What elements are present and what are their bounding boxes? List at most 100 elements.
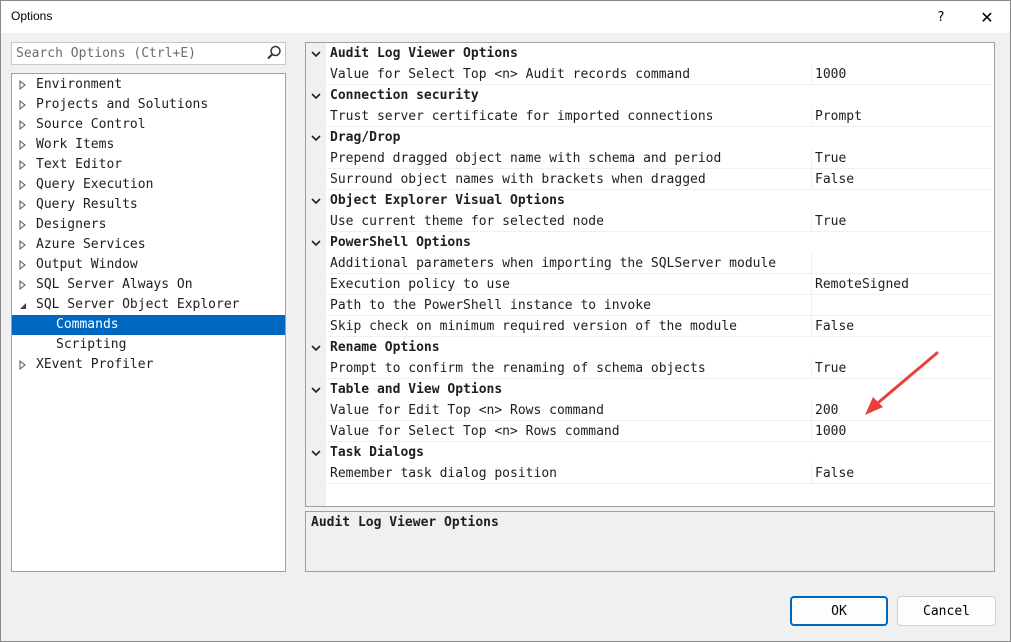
property-row[interactable]: Remember task dialog position False	[306, 463, 994, 484]
search-input[interactable]	[12, 43, 262, 64]
property-name: Trust server certificate for imported co…	[330, 109, 714, 124]
category-row[interactable]: Object Explorer Visual Options	[306, 190, 994, 211]
chevron-down-icon[interactable]	[311, 238, 321, 248]
tree-item[interactable]: Query Results	[12, 195, 285, 215]
column-divider	[811, 148, 812, 169]
chevron-down-icon[interactable]	[311, 196, 321, 206]
collapsed-arrow-icon[interactable]	[18, 255, 28, 275]
property-row[interactable]: Use current theme for selected node True	[306, 211, 994, 232]
ok-button[interactable]: OK	[790, 596, 888, 626]
property-value[interactable]: True	[815, 148, 846, 169]
category-row[interactable]: Audit Log Viewer Options	[306, 43, 994, 64]
chevron-down-icon[interactable]	[311, 385, 321, 395]
collapsed-arrow-icon[interactable]	[18, 195, 28, 215]
tree-item-label: SQL Server Always On	[36, 277, 193, 292]
category-label: Drag/Drop	[330, 130, 401, 145]
category-label: Object Explorer Visual Options	[330, 193, 565, 208]
collapsed-arrow-icon[interactable]	[18, 235, 28, 255]
tree-item[interactable]: XEvent Profiler	[12, 355, 285, 375]
property-row[interactable]: Skip check on minimum required version o…	[306, 316, 994, 337]
column-divider	[811, 64, 812, 85]
category-row[interactable]: PowerShell Options	[306, 232, 994, 253]
chevron-down-icon[interactable]	[311, 448, 321, 458]
tree-item-label: SQL Server Object Explorer	[36, 297, 240, 312]
collapsed-arrow-icon[interactable]	[18, 275, 28, 295]
category-label: Task Dialogs	[330, 445, 424, 460]
property-grid[interactable]: Audit Log Viewer Options Value for Select…	[305, 42, 995, 507]
category-row[interactable]: Connection security	[306, 85, 994, 106]
chevron-down-icon[interactable]	[311, 133, 321, 143]
property-value[interactable]: 1000	[815, 64, 846, 85]
collapsed-arrow-icon[interactable]	[18, 215, 28, 235]
annotation-arrow-icon	[865, 351, 939, 415]
collapsed-arrow-icon[interactable]	[18, 355, 28, 375]
property-value[interactable]: 1000	[815, 421, 846, 442]
column-divider	[811, 358, 812, 379]
help-button[interactable]: ?	[918, 1, 964, 33]
property-value[interactable]: True	[815, 211, 846, 232]
tree-item[interactable]: Text Editor	[12, 155, 285, 175]
tree-item-label: Azure Services	[36, 237, 146, 252]
property-value[interactable]: False	[815, 463, 854, 484]
tree-item[interactable]: Projects and Solutions	[12, 95, 285, 115]
property-row[interactable]: Additional parameters when importing the…	[306, 253, 994, 274]
property-value[interactable]: Prompt	[815, 106, 862, 127]
expanded-arrow-icon[interactable]	[18, 295, 28, 315]
property-row[interactable]: Path to the PowerShell instance to invok…	[306, 295, 994, 316]
category-label: PowerShell Options	[330, 235, 471, 250]
collapsed-arrow-icon[interactable]	[18, 75, 28, 95]
chevron-down-icon[interactable]	[311, 343, 321, 353]
tree-item[interactable]: Commands	[12, 315, 285, 335]
property-row[interactable]: Execution policy to use RemoteSigned	[306, 274, 994, 295]
tree-item[interactable]: Environment	[12, 75, 285, 95]
tree-item[interactable]: SQL Server Always On	[12, 275, 285, 295]
cancel-button[interactable]: Cancel	[897, 596, 996, 626]
collapsed-arrow-icon[interactable]	[18, 155, 28, 175]
options-dialog: Options ? ✕ Environment Projects and Solu…	[0, 0, 1011, 642]
property-row[interactable]: Trust server certificate for imported co…	[306, 106, 994, 127]
tree-item[interactable]: Query Execution	[12, 175, 285, 195]
property-row[interactable]: Value for Select Top <n> Audit records c…	[306, 64, 994, 85]
column-divider	[811, 400, 812, 421]
property-row[interactable]: Prepend dragged object name with schema …	[306, 148, 994, 169]
property-name: Prepend dragged object name with schema …	[330, 151, 722, 166]
tree-item[interactable]: Source Control	[12, 115, 285, 135]
category-row[interactable]: Drag/Drop	[306, 127, 994, 148]
tree-item-label: Query Execution	[36, 177, 154, 192]
property-row[interactable]: Value for Select Top <n> Rows command 100…	[306, 421, 994, 442]
window-title: Options	[11, 9, 53, 23]
chevron-down-icon[interactable]	[311, 49, 321, 59]
property-value[interactable]: True	[815, 358, 846, 379]
close-button[interactable]: ✕	[964, 1, 1010, 33]
property-name: Value for Edit Top <n> Rows command	[330, 403, 604, 418]
property-row[interactable]: Surround object names with brackets when…	[306, 169, 994, 190]
tree-item[interactable]: Designers	[12, 215, 285, 235]
tree-item[interactable]: Scripting	[12, 335, 285, 355]
description-pane: Audit Log Viewer Options	[305, 511, 995, 572]
property-value[interactable]: False	[815, 169, 854, 190]
title-bar: Options ? ✕	[1, 1, 1010, 33]
collapsed-arrow-icon[interactable]	[18, 175, 28, 195]
category-row[interactable]: Task Dialogs	[306, 442, 994, 463]
property-value[interactable]: False	[815, 316, 854, 337]
search-icon[interactable]	[265, 44, 283, 62]
property-value[interactable]: RemoteSigned	[815, 274, 909, 295]
search-box	[11, 42, 286, 65]
tree-item[interactable]: Azure Services	[12, 235, 285, 255]
collapsed-arrow-icon[interactable]	[18, 115, 28, 135]
collapsed-arrow-icon[interactable]	[18, 95, 28, 115]
tree-item-label: Source Control	[36, 117, 146, 132]
collapsed-arrow-icon[interactable]	[18, 135, 28, 155]
chevron-down-icon[interactable]	[311, 91, 321, 101]
tree-item[interactable]: Output Window	[12, 255, 285, 275]
property-name: Skip check on minimum required version o…	[330, 319, 737, 334]
property-value[interactable]: 200	[815, 400, 838, 421]
options-tree[interactable]: Environment Projects and Solutions Source …	[11, 73, 286, 572]
column-divider	[811, 253, 812, 274]
property-name: Remember task dialog position	[330, 466, 557, 481]
property-name: Value for Select Top <n> Audit records c…	[330, 67, 691, 82]
tree-item[interactable]: Work Items	[12, 135, 285, 155]
help-icon: ?	[937, 9, 945, 25]
tree-item[interactable]: SQL Server Object Explorer	[12, 295, 285, 315]
tree-item-label: Designers	[36, 217, 107, 232]
